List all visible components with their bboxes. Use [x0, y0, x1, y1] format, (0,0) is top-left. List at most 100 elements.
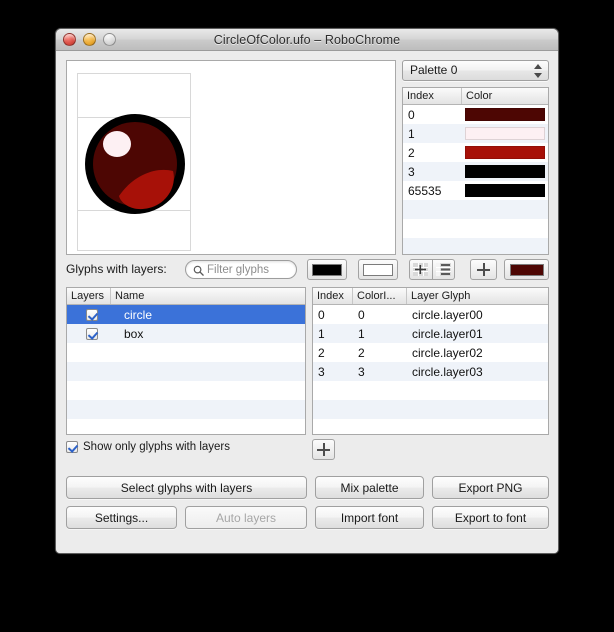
palette-index-cell: 2 — [408, 145, 415, 160]
layer-color-index-cell: 0 — [358, 307, 365, 322]
table-row[interactable] — [313, 419, 548, 434]
glyph-artwork — [85, 114, 185, 214]
close-button[interactable] — [63, 33, 76, 46]
color-swatch — [465, 165, 545, 178]
palette-index-cell: 1 — [408, 126, 415, 141]
grid-view-button[interactable] — [410, 260, 432, 279]
column-header-name[interactable]: Name — [111, 288, 305, 304]
palette-color-cell[interactable] — [462, 165, 548, 178]
auto-layers-button: Auto layers — [185, 506, 307, 529]
table-row[interactable]: box — [67, 324, 305, 343]
color-swatch — [465, 127, 545, 140]
color-swatch — [465, 108, 545, 121]
fill-color-button[interactable] — [307, 259, 347, 280]
window-controls — [63, 33, 116, 46]
search-input[interactable]: Filter glyphs — [185, 260, 297, 279]
glyph-toolbar: Glyphs with layers: Filter glyphs — [66, 259, 549, 281]
layer-name-cell: circle — [124, 307, 153, 322]
minimize-button[interactable] — [83, 33, 96, 46]
search-placeholder-text: Filter glyphs — [207, 264, 269, 276]
layer-glyph-name-cell: circle.layer02 — [412, 345, 483, 360]
layer-visibility-cell[interactable] — [67, 327, 111, 340]
table-row[interactable]: 2 — [403, 143, 548, 162]
layer-color-index-cell: 1 — [358, 326, 365, 341]
export-to-font-button[interactable]: Export to font — [432, 506, 549, 529]
table-row[interactable] — [67, 362, 305, 381]
palette-index-cell: 3 — [408, 164, 415, 179]
list-view-button[interactable] — [431, 260, 454, 279]
layer-color-index-cell: 3 — [358, 364, 365, 379]
mix-palette-button[interactable]: Mix palette — [315, 476, 424, 499]
table-row[interactable] — [403, 200, 548, 219]
table-row[interactable]: 3 3 circle.layer03 — [313, 362, 548, 381]
palette-table-header: Index Color — [403, 88, 548, 105]
show-only-glyphs-checkbox[interactable] — [66, 441, 78, 453]
show-only-glyphs-checkbox-row[interactable]: Show only glyphs with layers — [66, 441, 230, 453]
table-row[interactable]: 0 0 circle.layer00 — [313, 305, 548, 324]
table-row[interactable]: 65535 — [403, 181, 548, 200]
layer-visibility-cell[interactable] — [67, 308, 111, 321]
column-header-layer-glyph[interactable]: Layer Glyph — [407, 288, 548, 304]
add-palette-button[interactable] — [470, 259, 497, 280]
column-header-layers[interactable]: Layers — [67, 288, 111, 304]
palette-selector-value: Palette 0 — [410, 63, 458, 77]
palette-selector[interactable]: Palette 0 — [402, 60, 549, 81]
guide-line-ascender — [78, 73, 190, 74]
stroke-color-button[interactable] — [358, 259, 398, 280]
palette-table[interactable]: Index Color 0 1 2 3 65535 — [402, 87, 549, 255]
table-row[interactable]: 3 — [403, 162, 548, 181]
current-color-button[interactable] — [504, 259, 549, 280]
zoom-button[interactable] — [103, 33, 116, 46]
table-row[interactable]: 2 2 circle.layer02 — [313, 343, 548, 362]
glyph-cell — [77, 73, 191, 251]
plus-icon — [317, 443, 330, 456]
layer-visibility-checkbox[interactable] — [85, 327, 98, 340]
layer-index-table-header: Index ColorI... Layer Glyph — [313, 288, 548, 305]
select-glyphs-with-layers-button[interactable]: Select glyphs with layers — [66, 476, 307, 499]
table-row[interactable] — [67, 381, 305, 400]
palette-color-cell[interactable] — [462, 184, 548, 197]
table-row[interactable] — [403, 219, 548, 238]
chevron-updown-icon[interactable] — [534, 64, 542, 78]
table-row[interactable] — [67, 419, 305, 434]
column-header-index[interactable]: Index — [313, 288, 353, 304]
layer-visibility-checkbox[interactable] — [85, 308, 98, 321]
glyph-preview-canvas[interactable] — [66, 60, 396, 255]
settings-button[interactable]: Settings... — [66, 506, 177, 529]
table-row[interactable]: 1 1 circle.layer01 — [313, 324, 548, 343]
show-only-glyphs-label: Show only glyphs with layers — [83, 441, 231, 453]
column-header-color-index[interactable]: ColorI... — [353, 288, 407, 304]
current-color-swatch — [509, 263, 544, 276]
color-swatch — [465, 146, 545, 159]
palette-color-cell[interactable] — [462, 108, 548, 121]
application-window: CircleOfColor.ufo – RoboChrome Palette 0 — [55, 28, 559, 554]
layer-glyph-name-cell: circle.layer01 — [412, 326, 483, 341]
table-row[interactable]: circle — [67, 305, 305, 324]
column-header-color[interactable]: Color — [462, 88, 548, 104]
table-row[interactable] — [313, 381, 548, 400]
table-row[interactable]: 1 — [403, 124, 548, 143]
table-row[interactable] — [403, 238, 548, 254]
column-header-index[interactable]: Index — [403, 88, 462, 104]
add-layer-button[interactable] — [312, 439, 335, 460]
fill-color-swatch — [312, 263, 342, 276]
table-row[interactable] — [67, 343, 305, 362]
grid-plus-icon — [413, 263, 429, 276]
layer-color-index-cell: 2 — [358, 345, 365, 360]
list-icon — [435, 263, 451, 276]
window-title: CircleOfColor.ufo – RoboChrome — [213, 33, 401, 47]
table-row[interactable]: 0 — [403, 105, 548, 124]
layer-index-cell: 2 — [318, 345, 325, 360]
view-mode-segmented-control[interactable] — [409, 259, 455, 280]
palette-color-cell[interactable] — [462, 146, 548, 159]
table-row[interactable] — [313, 400, 548, 419]
table-row[interactable] — [67, 400, 305, 419]
palette-color-cell[interactable] — [462, 127, 548, 140]
palette-index-cell: 0 — [408, 107, 415, 122]
layer-index-cell: 0 — [318, 307, 325, 322]
import-font-button[interactable]: Import font — [315, 506, 424, 529]
export-png-button[interactable]: Export PNG — [432, 476, 549, 499]
glyphs-with-layers-label: Glyphs with layers: — [66, 262, 167, 276]
layers-table[interactable]: Layers Name circle box — [66, 287, 306, 435]
layer-index-table[interactable]: Index ColorI... Layer Glyph 0 0 circle.lay… — [312, 287, 549, 435]
